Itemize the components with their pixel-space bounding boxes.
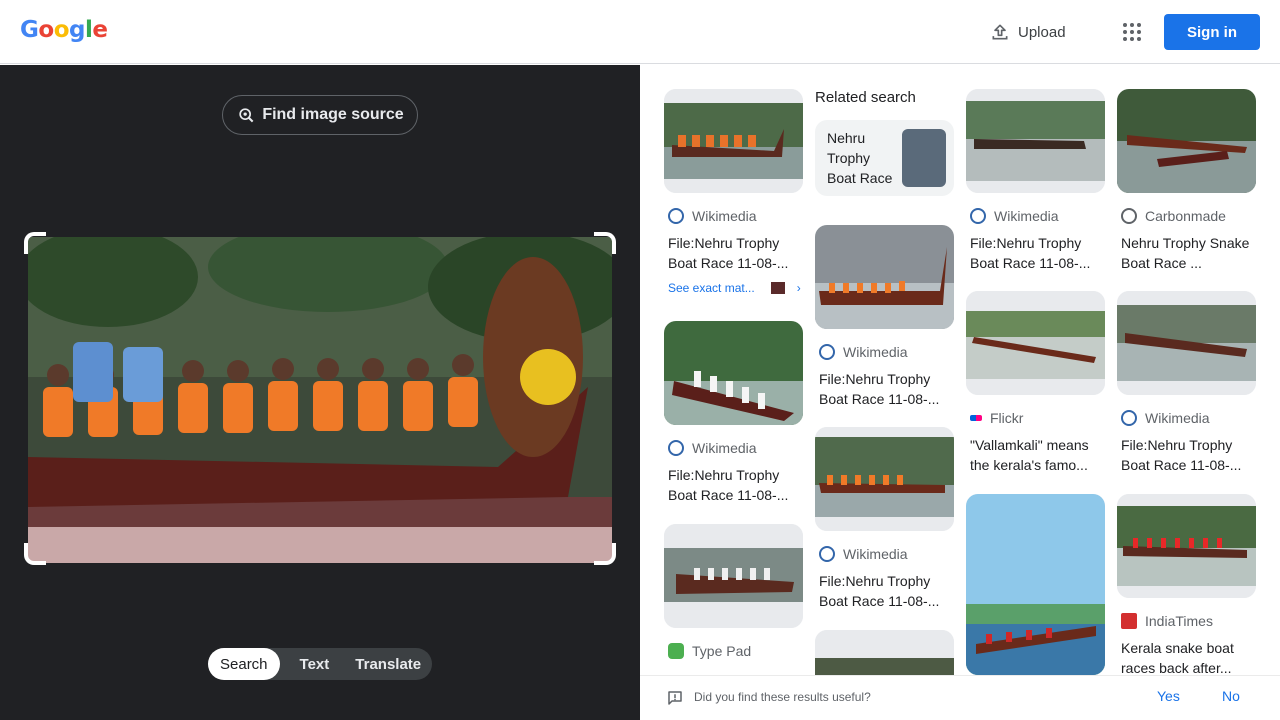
result-card[interactable]: Wikimedia File:Nehru Trophy Boat Race 11… bbox=[1117, 291, 1257, 475]
result-card[interactable] bbox=[966, 494, 1106, 675]
apps-grid-icon[interactable] bbox=[1120, 20, 1144, 44]
feedback-icon bbox=[668, 691, 682, 705]
result-card[interactable]: Flickr "Vallamkali" means the kerala's f… bbox=[966, 291, 1106, 475]
query-image[interactable] bbox=[28, 237, 612, 563]
result-card[interactable]: Type Pad bbox=[664, 524, 804, 660]
result-thumbnail[interactable] bbox=[1117, 291, 1256, 395]
indiatimes-icon bbox=[1121, 613, 1137, 629]
results-panel: Wikimedia File:Nehru Trophy Boat Race 11… bbox=[640, 65, 1280, 675]
feedback-bar: Did you find these results useful? Yes N… bbox=[640, 675, 1280, 720]
result-thumbnail[interactable] bbox=[664, 524, 803, 628]
result-source: IndiaTimes bbox=[1121, 612, 1257, 630]
wikimedia-icon bbox=[1121, 410, 1137, 426]
wikimedia-icon bbox=[668, 208, 684, 224]
see-exact-matches-link[interactable]: See exact mat... › bbox=[668, 281, 804, 295]
tab-text[interactable]: Text bbox=[280, 648, 344, 680]
crop-corner-top-left[interactable] bbox=[24, 232, 46, 254]
result-title[interactable]: File:Nehru Trophy Boat Race 11-08-... bbox=[970, 233, 1102, 273]
flickr-icon bbox=[970, 415, 982, 421]
related-search-query: Nehru Trophy Boat Race bbox=[827, 130, 893, 186]
google-logo[interactable]: Google bbox=[20, 17, 108, 43]
chevron-right-icon: › bbox=[796, 281, 801, 295]
exact-match-thumb-icon bbox=[770, 282, 785, 294]
lens-search-icon bbox=[239, 108, 254, 123]
wikimedia-icon bbox=[819, 344, 835, 360]
find-image-source-button[interactable]: Find image source bbox=[222, 95, 418, 135]
related-search-heading: Related search bbox=[815, 89, 916, 106]
result-card[interactable]: IndiaTimes Kerala snake boat races back … bbox=[1117, 494, 1257, 675]
result-title[interactable]: Kerala snake boat races back after... bbox=[1121, 638, 1253, 675]
result-thumbnail[interactable] bbox=[1117, 494, 1256, 598]
result-thumbnail[interactable] bbox=[664, 321, 803, 425]
result-source: Wikimedia bbox=[668, 207, 804, 225]
result-thumbnail[interactable] bbox=[966, 494, 1105, 675]
upload-button[interactable]: Upload bbox=[990, 18, 1066, 46]
result-source: Carbonmade bbox=[1121, 207, 1257, 225]
wikimedia-icon bbox=[668, 440, 684, 456]
crop-corner-bottom-right[interactable] bbox=[594, 543, 616, 565]
result-card[interactable] bbox=[815, 630, 955, 675]
crop-corner-bottom-left[interactable] bbox=[24, 543, 46, 565]
globe-icon bbox=[1121, 208, 1137, 224]
result-thumbnail[interactable] bbox=[1117, 89, 1256, 193]
tab-translate[interactable]: Translate bbox=[343, 648, 433, 680]
result-title[interactable]: "Vallamkali" means the kerala's famo... bbox=[970, 435, 1102, 475]
result-source: Wikimedia bbox=[970, 207, 1106, 225]
sign-in-button[interactable]: Sign in bbox=[1164, 14, 1260, 50]
find-image-source-label: Find image source bbox=[262, 106, 404, 123]
mode-tabs: Search Text Translate bbox=[208, 648, 432, 680]
result-card[interactable]: Wikimedia File:Nehru Trophy Boat Race 11… bbox=[664, 89, 804, 295]
result-title[interactable]: Nehru Trophy Snake Boat Race ... bbox=[1121, 233, 1253, 273]
feedback-yes-button[interactable]: Yes bbox=[1157, 688, 1180, 704]
feedback-question: Did you find these results useful? bbox=[694, 690, 871, 704]
result-title[interactable]: File:Nehru Trophy Boat Race 11-08-... bbox=[668, 233, 800, 273]
result-card[interactable]: Carbonmade Nehru Trophy Snake Boat Race … bbox=[1117, 89, 1257, 273]
upload-label: Upload bbox=[1018, 23, 1066, 41]
related-search-thumb bbox=[902, 129, 946, 187]
result-thumbnail[interactable] bbox=[966, 89, 1105, 193]
result-card[interactable]: Wikimedia File:Nehru Trophy Boat Race 11… bbox=[815, 225, 955, 409]
result-source: Wikimedia bbox=[819, 545, 955, 563]
result-title[interactable]: File:Nehru Trophy Boat Race 11-08-... bbox=[1121, 435, 1253, 475]
result-card[interactable]: Wikimedia File:Nehru Trophy Boat Race 11… bbox=[966, 89, 1106, 273]
result-card[interactable]: Wikimedia File:Nehru Trophy Boat Race 11… bbox=[815, 427, 955, 611]
result-source: Wikimedia bbox=[1121, 409, 1257, 427]
result-title[interactable]: File:Nehru Trophy Boat Race 11-08-... bbox=[819, 369, 951, 409]
result-title[interactable]: File:Nehru Trophy Boat Race 11-08-... bbox=[819, 571, 951, 611]
crop-corner-top-right[interactable] bbox=[594, 232, 616, 254]
result-thumbnail[interactable] bbox=[815, 630, 954, 675]
result-source: Type Pad bbox=[668, 642, 804, 660]
related-search-chip[interactable]: Nehru Trophy Boat Race bbox=[815, 120, 954, 196]
result-source: Wikimedia bbox=[819, 343, 955, 361]
result-source: Flickr bbox=[970, 409, 1106, 427]
wikimedia-icon bbox=[970, 208, 986, 224]
result-thumbnail[interactable] bbox=[815, 427, 954, 531]
wikimedia-icon bbox=[819, 546, 835, 562]
query-image-panel: Find image source Search Text Translate bbox=[0, 65, 640, 720]
result-thumbnail[interactable] bbox=[664, 89, 803, 193]
upload-icon bbox=[992, 24, 1008, 40]
result-thumbnail[interactable] bbox=[966, 291, 1105, 395]
feedback-no-button[interactable]: No bbox=[1222, 688, 1240, 704]
result-card[interactable]: Wikimedia File:Nehru Trophy Boat Race 11… bbox=[664, 321, 804, 505]
result-title[interactable]: File:Nehru Trophy Boat Race 11-08-... bbox=[668, 465, 800, 505]
related-search: Related search Nehru Trophy Boat Race bbox=[815, 89, 955, 196]
result-thumbnail[interactable] bbox=[815, 225, 954, 329]
typepad-icon bbox=[668, 643, 684, 659]
result-source: Wikimedia bbox=[668, 439, 804, 457]
top-header: Google Upload Sign in bbox=[0, 0, 1280, 64]
tab-search[interactable]: Search bbox=[208, 648, 280, 680]
